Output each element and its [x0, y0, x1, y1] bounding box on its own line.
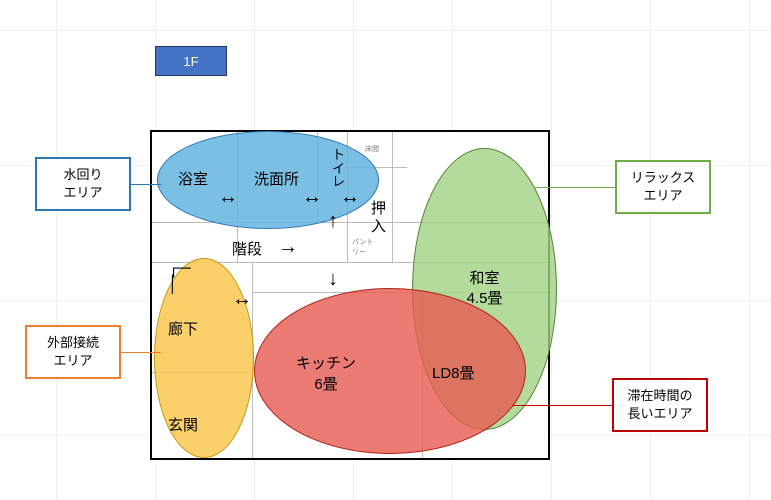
- floor-button-1f[interactable]: 1F: [155, 46, 227, 76]
- arrow-h-icon: ↔: [232, 288, 252, 311]
- connector-blue: [131, 184, 161, 185]
- connector-darkred: [512, 405, 612, 406]
- legend-water-area: 水回り エリア: [35, 157, 131, 211]
- legend-exterior-area: 外部接続 エリア: [25, 325, 121, 379]
- relax-area-label: 和室 4.5畳: [467, 269, 503, 310]
- bath-label: 浴室: [178, 168, 208, 189]
- connector-orange: [121, 352, 161, 353]
- legend-water-area-label: 水回り エリア: [63, 166, 102, 201]
- arrow-up-icon: ↑: [328, 210, 338, 233]
- arrow-right-long-icon: →: [278, 236, 298, 259]
- room-label-pantry: パント リー: [352, 237, 373, 257]
- toilet-label: ト イ レ: [332, 148, 345, 189]
- hallway-label: 廊下: [168, 318, 198, 339]
- stairs-label: 階段: [232, 238, 262, 259]
- connector-green: [534, 187, 615, 188]
- legend-stay-area: 滞在時間の 長いエリア: [612, 378, 708, 432]
- washroom-label: 洗面所: [254, 168, 299, 189]
- room-label-tokonoma: 床間: [365, 144, 379, 154]
- legend-stay-area-label: 滞在時間の 長いエリア: [627, 387, 692, 422]
- oshiire-label: 押 入: [371, 200, 386, 236]
- vertical-mark-icon: │: [168, 276, 178, 294]
- arrow-down-icon: ↓: [328, 268, 338, 291]
- legend-relax-area: リラックス エリア: [615, 160, 711, 214]
- ld-label: LD8畳: [432, 362, 475, 383]
- floor-button-label: 1F: [183, 54, 198, 69]
- arrow-h-icon: ↔: [340, 186, 360, 209]
- legend-relax-area-label: リラックス エリア: [631, 169, 696, 204]
- arrow-h-icon: ↔: [302, 186, 322, 209]
- kitchen-label: キッチン 6畳: [276, 352, 376, 394]
- arrow-h-icon: ↔: [218, 186, 238, 209]
- entrance-label: 玄関: [168, 414, 198, 435]
- legend-exterior-area-label: 外部接続 エリア: [47, 334, 99, 369]
